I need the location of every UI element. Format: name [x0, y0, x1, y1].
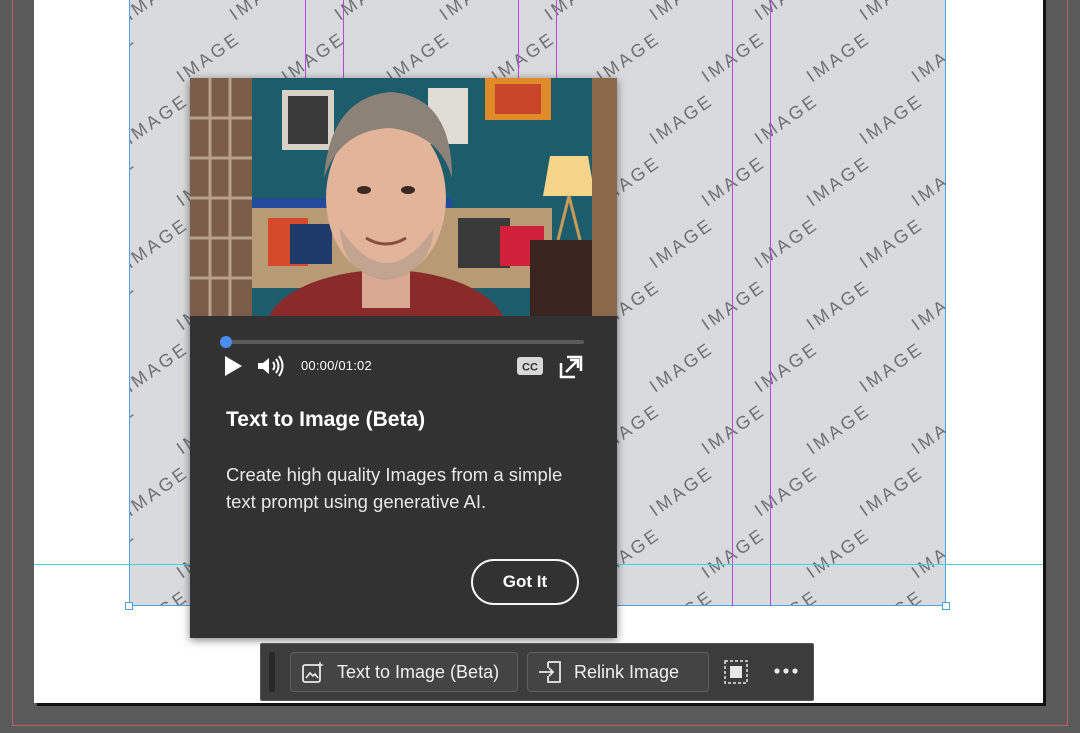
placeholder-label: IMAGE: [130, 214, 192, 272]
video-progress-bar[interactable]: [226, 340, 584, 344]
placeholder-label: IMAGE: [751, 0, 822, 24]
more-icon: [774, 668, 798, 674]
closed-captions-icon: CC: [517, 357, 543, 375]
task-bar-grip[interactable]: [269, 652, 275, 692]
generative-image-icon: [302, 661, 324, 683]
feature-tip-popover: 00:00/01:02 CC Text to Image (Beta) Crea…: [190, 78, 617, 638]
placeholder-label: IMAGE: [646, 90, 717, 148]
placeholder-label: IMAGE: [856, 462, 927, 520]
fullscreen-icon: [559, 355, 583, 379]
placeholder-label: IMAGE: [646, 338, 717, 396]
placeholder-label: IMAGE: [646, 462, 717, 520]
placeholder-label: IMAGE: [331, 0, 402, 24]
placeholder-label: IMAGE: [130, 400, 139, 458]
volume-icon: [258, 355, 284, 377]
relink-image-button[interactable]: Relink Image: [527, 652, 709, 692]
relink-icon: [539, 661, 561, 683]
video-time-display: 00:00/01:02: [301, 358, 372, 373]
placeholder-label: IMAGE: [130, 152, 139, 210]
placeholder-label: IMAGE: [130, 90, 192, 148]
placeholder-label: IMAGE: [803, 276, 874, 334]
placeholder-label: IMAGE: [751, 338, 822, 396]
closed-captions-button[interactable]: CC: [516, 356, 544, 376]
popover-title: Text to Image (Beta): [226, 408, 426, 431]
placeholder-label: IMAGE: [646, 214, 717, 272]
play-icon: [225, 356, 242, 376]
frame-fit-button[interactable]: [724, 660, 748, 684]
placeholder-label: IMAGE: [130, 0, 192, 24]
text-to-image-label: Text to Image (Beta): [337, 661, 500, 682]
play-button[interactable]: [222, 355, 244, 377]
placeholder-label: IMAGE: [751, 214, 822, 272]
placeholder-label: IMAGE: [856, 214, 927, 272]
placeholder-label: IMAGE: [130, 462, 192, 520]
placeholder-label: IMAGE: [646, 586, 717, 606]
placeholder-label: IMAGE: [908, 400, 946, 458]
video-progress-knob[interactable]: [220, 336, 232, 348]
volume-button[interactable]: [256, 355, 286, 377]
placeholder-label: IMAGE: [856, 90, 927, 148]
frame-fit-icon: [724, 660, 748, 684]
placeholder-label: IMAGE: [908, 28, 946, 86]
popover-description: Create high quality Images from a simple…: [226, 464, 563, 512]
more-options-button[interactable]: [771, 659, 801, 683]
placeholder-label: IMAGE: [803, 524, 874, 582]
tutorial-video[interactable]: [190, 78, 617, 316]
placeholder-label: IMAGE: [803, 152, 874, 210]
placeholder-label: IMAGE: [130, 28, 139, 86]
placeholder-label: IMAGE: [130, 586, 192, 606]
fullscreen-button[interactable]: [559, 355, 583, 379]
placeholder-label: IMAGE: [698, 524, 769, 582]
placeholder-label: IMAGE: [646, 0, 717, 24]
placeholder-label: IMAGE: [698, 28, 769, 86]
relink-image-label: Relink Image: [574, 661, 680, 682]
placeholder-label: IMAGE: [226, 0, 297, 24]
placeholder-label: IMAGE: [803, 400, 874, 458]
placeholder-label: IMAGE: [856, 338, 927, 396]
placeholder-label: IMAGE: [856, 586, 927, 606]
placeholder-label: IMAGE: [751, 90, 822, 148]
placeholder-label: IMAGE: [130, 276, 139, 334]
placeholder-label: IMAGE: [436, 0, 507, 24]
column-guide: [732, 0, 733, 606]
contextual-task-bar: Text to Image (Beta) Relink Image: [260, 643, 814, 701]
placeholder-label: IMAGE: [751, 586, 822, 606]
placeholder-label: IMAGE: [130, 338, 192, 396]
placeholder-label: IMAGE: [541, 0, 612, 24]
got-it-button[interactable]: Got It: [471, 559, 579, 605]
frame-handle-bottom-right[interactable]: [942, 602, 950, 610]
placeholder-label: IMAGE: [803, 28, 874, 86]
placeholder-label: IMAGE: [698, 400, 769, 458]
svg-text:CC: CC: [522, 362, 538, 374]
column-guide: [770, 0, 771, 606]
placeholder-label: IMAGE: [751, 462, 822, 520]
frame-handle-bottom-left[interactable]: [125, 602, 133, 610]
placeholder-label: IMAGE: [856, 0, 927, 24]
placeholder-label: IMAGE: [908, 152, 946, 210]
placeholder-label: IMAGE: [908, 524, 946, 582]
video-frame: [190, 78, 617, 316]
placeholder-label: IMAGE: [698, 276, 769, 334]
placeholder-label: IMAGE: [130, 524, 139, 582]
placeholder-label: IMAGE: [908, 276, 946, 334]
text-to-image-button[interactable]: Text to Image (Beta): [290, 652, 518, 692]
placeholder-label: IMAGE: [698, 152, 769, 210]
